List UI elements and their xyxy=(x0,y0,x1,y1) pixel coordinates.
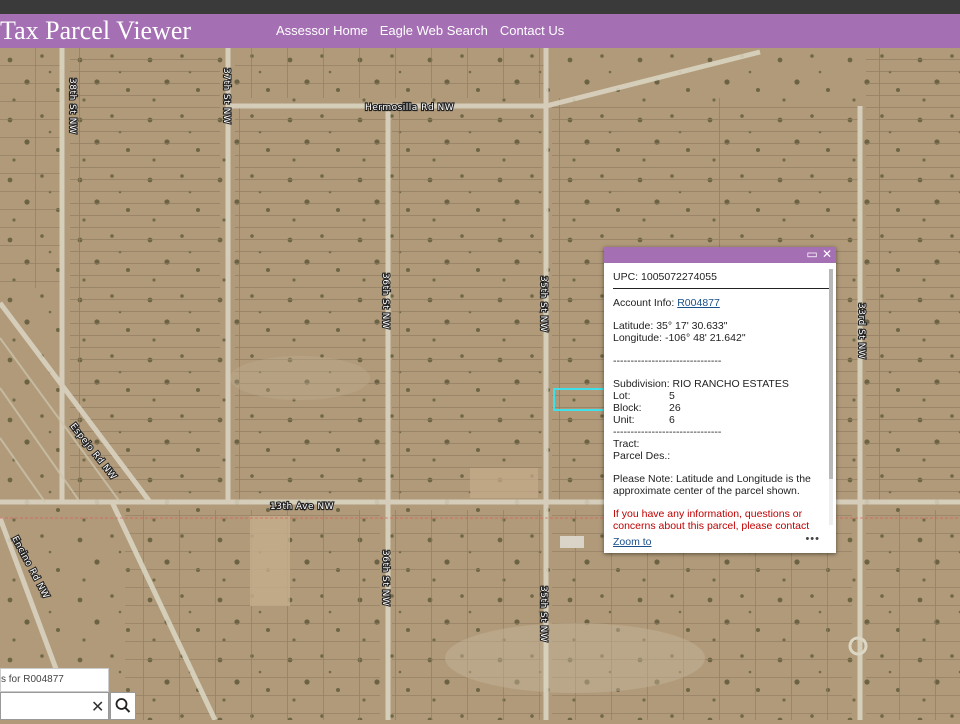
block-row: Block: 26 xyxy=(613,402,681,414)
popup-content: UPC: 1005072274055 Account Info: R004877… xyxy=(613,271,829,533)
subdivision-row: Subdivision: RIO RANCHO ESTATES xyxy=(613,378,789,390)
account-row: Account Info: R004877 xyxy=(613,297,720,309)
nav-assessor-home[interactable]: Assessor Home xyxy=(276,23,368,38)
app-title: Tax Parcel Viewer xyxy=(0,16,192,45)
popup-header: ▭ ✕ xyxy=(604,247,836,263)
parcel-popup: ▭ ✕ UPC: 1005072274055 Account Info: R00… xyxy=(604,247,836,553)
latitude-value: 35° 17' 30.633" xyxy=(656,320,728,332)
close-icon[interactable]: ✕ xyxy=(821,248,833,260)
road-label-36th-upper: 36th St NW xyxy=(380,273,390,329)
account-link[interactable]: R004877 xyxy=(677,297,720,309)
upc-row: UPC: 1005072274055 xyxy=(613,271,829,289)
header-nav: Assessor Home Eagle Web Search Contact U… xyxy=(276,23,564,38)
road-label-36th-lower: 36th St NW xyxy=(380,550,390,606)
info-request-text: If you have any information, questions o… xyxy=(613,508,810,532)
unit-value: 6 xyxy=(669,414,675,426)
lot-row: Lot: 5 xyxy=(613,390,675,402)
longitude-row: Longitude: -106° 48' 21.642" xyxy=(613,332,746,344)
maximize-icon[interactable]: ▭ xyxy=(806,248,818,260)
search-input[interactable] xyxy=(1,693,83,719)
lot-value: 5 xyxy=(669,390,675,402)
parcel-des-row: Parcel Des.: xyxy=(613,450,671,462)
block-value: 26 xyxy=(669,402,681,414)
road-label-13th-ave: 13th Ave NW xyxy=(270,502,334,512)
app-header: Tax Parcel Viewer Assessor Home Eagle We… xyxy=(0,14,960,48)
search-suggestion[interactable]: s for R004877 xyxy=(0,668,109,692)
zoom-to-link[interactable]: Zoom to xyxy=(613,536,652,548)
coordinate-note: Please Note: Latitude and Longitude is t… xyxy=(613,473,811,497)
road-label-37th: 37th St NW xyxy=(221,68,231,124)
search-box: ✕ xyxy=(0,692,109,720)
popup-scroll-thumb[interactable] xyxy=(829,269,833,479)
road-label-33rd: 33rd St NW xyxy=(856,303,866,359)
unit-row: Unit: 6 xyxy=(613,414,675,426)
tract-row: Tract: xyxy=(613,438,640,450)
clear-search-icon[interactable]: ✕ xyxy=(91,697,104,717)
latitude-row: Latitude: 35° 17' 30.633" xyxy=(613,320,728,332)
longitude-value: -106° 48' 21.642" xyxy=(664,332,746,344)
upc-value: 1005072274055 xyxy=(641,271,717,283)
separator-2: ------------------------------- xyxy=(613,426,722,438)
search-icon xyxy=(115,698,131,713)
separator: ------------------------------- xyxy=(613,355,722,367)
nav-eagle-web-search[interactable]: Eagle Web Search xyxy=(380,23,488,38)
browser-top-strip xyxy=(0,0,960,14)
road-label-35th-lower: 35th St NW xyxy=(538,586,548,642)
more-actions-icon[interactable]: ••• xyxy=(805,533,820,545)
road-label-35th-upper: 35th St NW xyxy=(538,276,548,332)
search-button[interactable] xyxy=(110,692,136,720)
road-label-hermosilla: Hermosilla Rd NW xyxy=(365,103,454,113)
subdivision-value: RIO RANCHO ESTATES xyxy=(672,378,789,390)
road-label-38th: 38th St NW xyxy=(67,78,77,134)
nav-contact-us[interactable]: Contact Us xyxy=(500,23,564,38)
